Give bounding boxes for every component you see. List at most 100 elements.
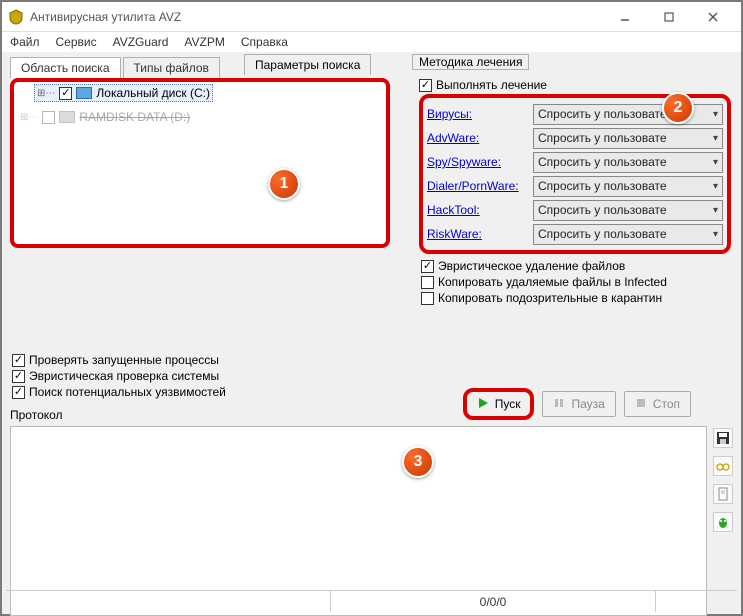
left-checks: Проверять запущенные процессы Эвристичес… <box>10 352 226 400</box>
minimize-button[interactable] <box>603 3 647 31</box>
link-spy[interactable]: Spy/Spyware: <box>427 155 501 169</box>
statusbar: 0/0/0 <box>6 590 737 612</box>
callout-1: 1 <box>268 168 300 200</box>
stop-label: Стоп <box>653 397 680 411</box>
menu-service[interactable]: Сервис <box>56 35 97 49</box>
opt-heuristic-label: Эвристическое удаление файлов <box>438 259 625 273</box>
row-hacktool: HackTool: Спросить у пользовате▾ <box>427 198 723 222</box>
opt-heuristic-row: Эвристическое удаление файлов <box>421 258 731 274</box>
drive-tree[interactable]: ⊞⋯ Локальный диск (C:) ⊞⋯ RAMDISK DATA (… <box>10 78 390 248</box>
left-column: ⊞⋯ Локальный диск (C:) ⊞⋯ RAMDISK DATA (… <box>10 78 390 248</box>
select-adware[interactable]: Спросить у пользовате▾ <box>533 128 723 149</box>
chevron-down-icon: ▾ <box>713 205 718 216</box>
chk-sys-row: Эвристическая проверка системы <box>12 368 226 384</box>
opt-infected-row: Копировать удаляемые файлы в Infected <box>421 274 731 290</box>
chk-processes-label: Проверять запущенные процессы <box>29 353 219 367</box>
document-icon[interactable] <box>713 484 733 504</box>
select-spy[interactable]: Спросить у пользовате▾ <box>533 152 723 173</box>
select-dialer[interactable]: Спросить у пользовате▾ <box>533 176 723 197</box>
menu-avzguard[interactable]: AVZGuard <box>113 35 169 49</box>
pause-icon <box>553 397 565 412</box>
menu-help[interactable]: Справка <box>241 35 288 49</box>
menu-avzpm[interactable]: AVZPM <box>184 35 224 49</box>
drive-c-label: Локальный диск (C:) <box>96 86 210 100</box>
titlebar: Антивирусная утилита AVZ <box>2 2 741 32</box>
link-hacktool[interactable]: HackTool: <box>427 203 480 217</box>
treat-checkbox-label: Выполнять лечение <box>436 78 547 92</box>
link-riskware[interactable]: RiskWare: <box>427 227 482 241</box>
menu-file[interactable]: Файл <box>10 35 40 49</box>
chk-sys[interactable] <box>12 370 25 383</box>
tab-search-params[interactable]: Параметры поиска <box>244 54 371 75</box>
drive-c-checkbox[interactable] <box>59 87 72 100</box>
tab-file-types[interactable]: Типы файлов <box>123 57 220 78</box>
pause-button[interactable]: Пауза <box>542 391 615 417</box>
save-icon[interactable] <box>713 428 733 448</box>
protocol-box[interactable] <box>10 426 707 616</box>
opt-infected-label: Копировать удаляемые файлы в Infected <box>438 275 667 289</box>
start-label: Пуск <box>495 397 521 411</box>
play-icon <box>477 397 489 412</box>
callout-2: 2 <box>662 92 694 124</box>
select-hacktool[interactable]: Спросить у пользовате▾ <box>533 200 723 221</box>
stop-button[interactable]: Стоп <box>624 391 691 417</box>
bug-icon[interactable] <box>713 512 733 532</box>
app-icon <box>8 9 24 25</box>
stop-icon <box>635 397 647 412</box>
start-button[interactable]: Пуск <box>463 388 535 420</box>
select-riskware[interactable]: Спросить у пользовате▾ <box>533 224 723 245</box>
left-tabs: Область поиска Типы файлов <box>10 56 733 77</box>
status-cell-2: 0/0/0 <box>331 591 656 612</box>
app-window: Антивирусная утилита AVZ Файл Сервис AVZ… <box>0 0 743 616</box>
opt-quarantine-label: Копировать подозрительные в карантин <box>438 291 662 305</box>
chk-processes-row: Проверять запущенные процессы <box>12 352 226 368</box>
body: Область поиска Типы файлов Параметры пои… <box>2 52 741 81</box>
callout-3: 3 <box>402 446 434 478</box>
chevron-down-icon: ▾ <box>713 109 718 120</box>
tree-expand-icon[interactable]: ⊞⋯ <box>37 88 55 99</box>
glasses-icon[interactable] <box>713 456 733 476</box>
row-spy: Spy/Spyware: Спросить у пользовате▾ <box>427 150 723 174</box>
select-virus[interactable]: Спросить у пользовате▾ <box>533 104 723 125</box>
chk-vuln[interactable] <box>12 386 25 399</box>
side-toolbar <box>713 428 733 532</box>
window-buttons <box>603 3 735 31</box>
drive-other-label: RAMDISK DATA (D:) <box>79 110 190 124</box>
opt-infected-checkbox[interactable] <box>421 276 434 289</box>
disk-icon <box>76 87 92 99</box>
chevron-down-icon: ▾ <box>713 229 718 240</box>
chk-vuln-row: Поиск потенциальных уязвимостей <box>12 384 226 400</box>
tree-expand-icon[interactable]: ⊞⋯ <box>20 112 38 123</box>
drive-other-checkbox[interactable] <box>42 111 55 124</box>
chevron-down-icon: ▾ <box>713 181 718 192</box>
tab-search-area[interactable]: Область поиска <box>10 57 121 78</box>
opt-heuristic-checkbox[interactable] <box>421 260 434 273</box>
protocol-label: Протокол <box>10 408 63 422</box>
treatment-group-label: Методика лечения <box>412 54 529 70</box>
status-cell-3 <box>656 591 737 612</box>
maximize-button[interactable] <box>647 3 691 31</box>
close-button[interactable] <box>691 3 735 31</box>
chk-processes[interactable] <box>12 354 25 367</box>
opt-quarantine-checkbox[interactable] <box>421 292 434 305</box>
disk-icon <box>59 111 75 123</box>
row-riskware: RiskWare: Спросить у пользовате▾ <box>427 222 723 246</box>
drive-other-row[interactable]: ⊞⋯ RAMDISK DATA (D:) <box>20 108 380 126</box>
drive-c-row[interactable]: ⊞⋯ Локальный диск (C:) <box>34 84 213 102</box>
row-dialer: Dialer/PornWare: Спросить у пользовате▾ <box>427 174 723 198</box>
chevron-down-icon: ▾ <box>713 157 718 168</box>
link-adware[interactable]: AdvWare: <box>427 131 479 145</box>
status-cell-1 <box>6 591 331 612</box>
window-title: Антивирусная утилита AVZ <box>30 10 603 24</box>
button-row: Пуск Пауза Стоп <box>463 388 691 420</box>
chk-sys-label: Эвристическая проверка системы <box>29 369 219 383</box>
treat-checkbox[interactable] <box>419 79 432 92</box>
row-adware: AdvWare: Спросить у пользовате▾ <box>427 126 723 150</box>
pause-label: Пауза <box>571 397 604 411</box>
opt-quarantine-row: Копировать подозрительные в карантин <box>421 290 731 306</box>
chevron-down-icon: ▾ <box>713 133 718 144</box>
link-dialer[interactable]: Dialer/PornWare: <box>427 179 519 193</box>
chk-vuln-label: Поиск потенциальных уязвимостей <box>29 385 226 399</box>
menubar: Файл Сервис AVZGuard AVZPM Справка <box>2 32 741 52</box>
link-virus[interactable]: Вирусы: <box>427 107 472 121</box>
